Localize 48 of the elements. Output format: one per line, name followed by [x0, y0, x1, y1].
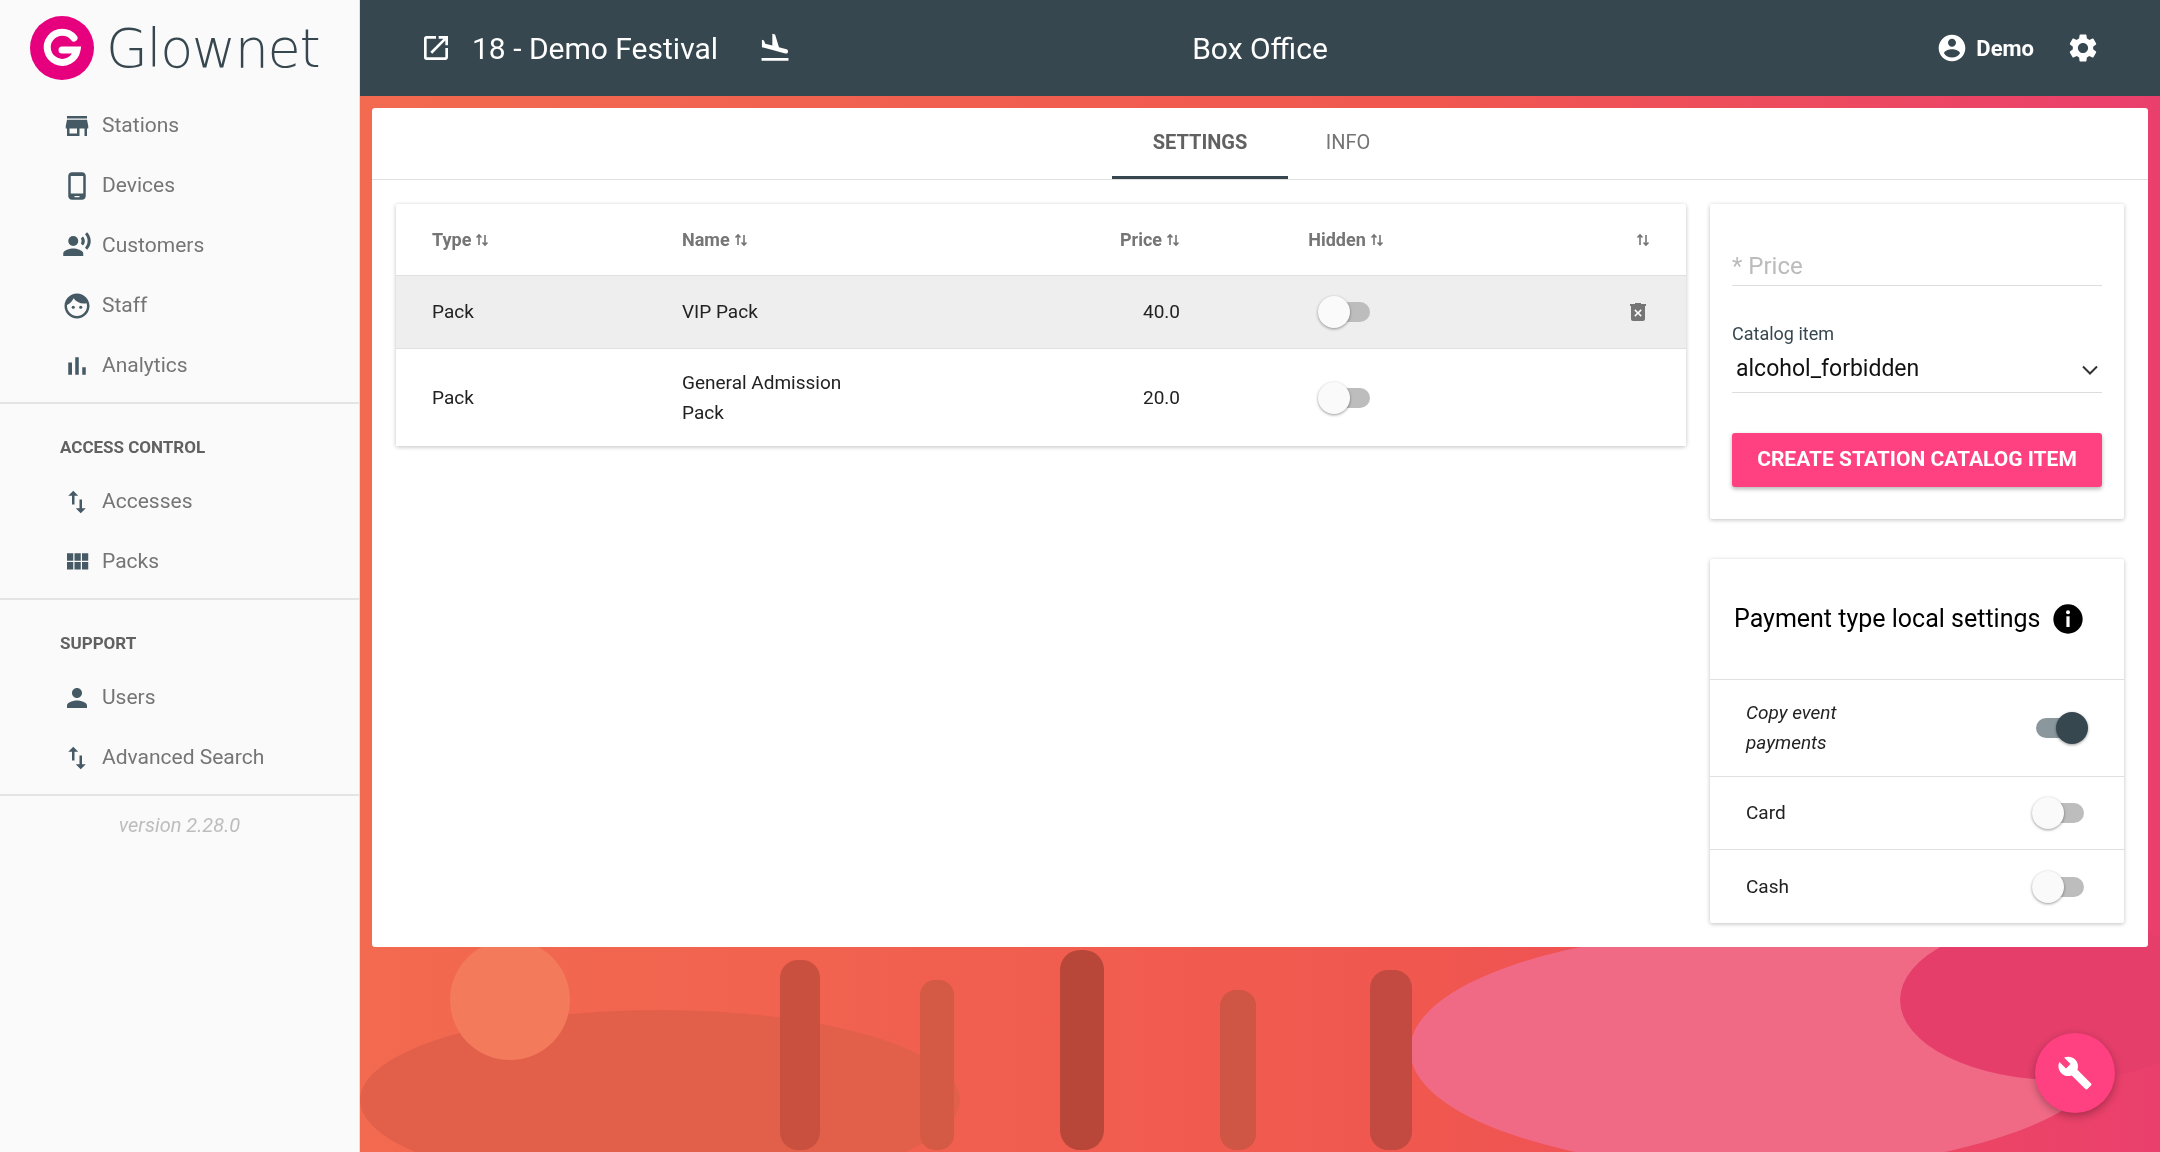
- sort-icon[interactable]: [1166, 231, 1180, 248]
- column-header[interactable]: Price: [1119, 226, 1162, 253]
- card-title: Payment type local settings: [1734, 603, 2041, 636]
- info-icon[interactable]: [2052, 603, 2085, 635]
- sidebar-item[interactable]: Packs: [0, 532, 359, 592]
- sidebar-item[interactable]: Analytics: [0, 336, 359, 396]
- column-header[interactable]: Type: [432, 226, 472, 253]
- table-cell-text: VIP Pack: [682, 299, 759, 325]
- sidebar-item[interactable]: Users: [0, 668, 359, 728]
- tab[interactable]: SETTINGS: [1112, 108, 1288, 179]
- table-row[interactable]: Pack General Admission Pack 20.0: [396, 349, 1686, 446]
- setting-label: Cash: [1746, 873, 1790, 900]
- sort-icon[interactable]: [733, 231, 748, 248]
- sort-icon[interactable]: [1369, 231, 1384, 248]
- sidebar-item[interactable]: Customers: [0, 216, 359, 276]
- table-cell-text: 20.0: [1142, 384, 1180, 411]
- sidebar-item[interactable]: Devices: [0, 156, 359, 216]
- section-heading: SUPPORT: [59, 632, 138, 656]
- table-cell-text: General Admission Pack: [682, 369, 843, 426]
- price-field[interactable]: * Price: [1732, 246, 2102, 286]
- sort-icon[interactable]: [475, 231, 490, 248]
- wrench-icon: [2057, 1055, 2093, 1091]
- tab[interactable]: INFO: [1288, 108, 1408, 179]
- column-header[interactable]: Hidden: [1308, 226, 1366, 253]
- setting-label: Copy event payments: [1746, 700, 1838, 756]
- table-cell-text: 40.0: [1142, 299, 1180, 325]
- catalog-item-select[interactable]: alcohol_forbidden: [1732, 347, 2102, 393]
- page-title: Box Office: [1192, 29, 1328, 68]
- sidebar-item[interactable]: Advanced Search: [0, 728, 359, 788]
- table-cell-text: Pack: [432, 384, 474, 411]
- create-button[interactable]: CREATE STATION CATALOG ITEM: [1732, 433, 2102, 487]
- section-heading: ACCESS CONTROL: [59, 436, 207, 460]
- logo-text: Glownet: [106, 15, 320, 82]
- version-text: version 2.28.0: [118, 812, 241, 839]
- face-icon: [62, 291, 92, 321]
- chevron-down-icon: [2082, 364, 2098, 375]
- table-row[interactable]: Pack VIP Pack 40.0: [396, 276, 1686, 349]
- user-menu-button[interactable]: Demo: [1936, 31, 2034, 65]
- sort-icon[interactable]: [1636, 231, 1650, 248]
- field-label: Catalog item: [1732, 322, 1835, 346]
- sidebar-item[interactable]: Stations: [0, 96, 359, 156]
- event-name: 18 - Demo Festival: [472, 29, 719, 68]
- sidebar-item[interactable]: Staff: [0, 276, 359, 336]
- column-header[interactable]: Name: [682, 226, 730, 253]
- setting-label: Card: [1746, 800, 1787, 826]
- logo-icon: [30, 16, 94, 80]
- table-cell-text: Pack: [432, 299, 474, 325]
- sidebar-item[interactable]: Accesses: [0, 472, 359, 532]
